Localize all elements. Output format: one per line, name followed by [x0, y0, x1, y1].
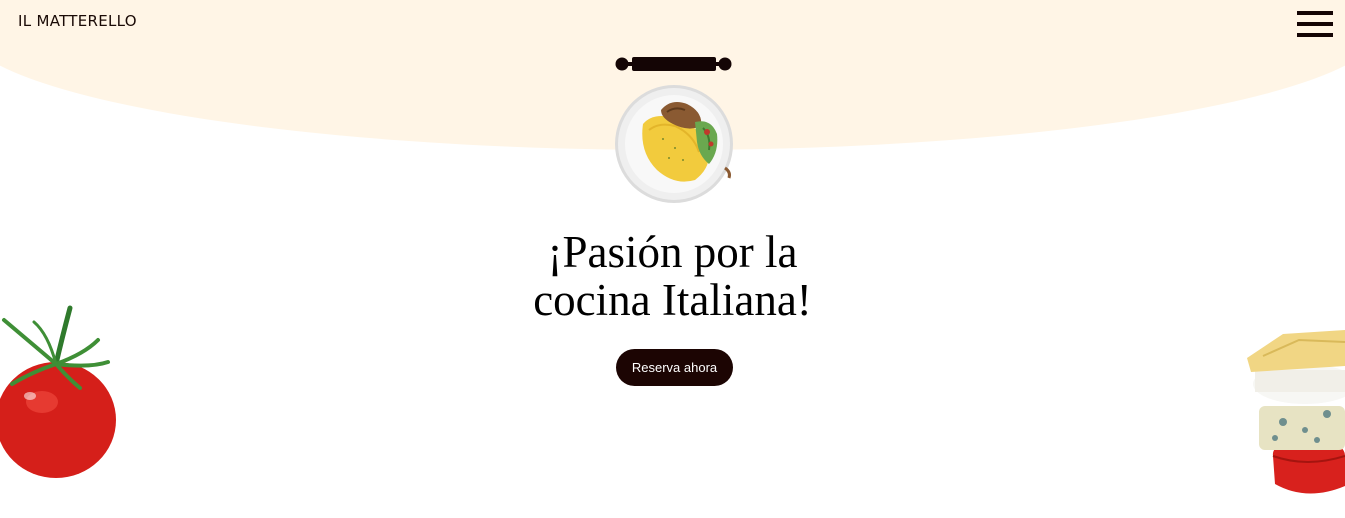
rolling-pin-icon: [615, 57, 732, 71]
hamburger-menu-button[interactable]: [1297, 11, 1333, 37]
brand-logo[interactable]: IL MATTERELLO: [18, 12, 137, 30]
tomato-image: [0, 305, 116, 478]
hero-headline: ¡Pasión por la cocina Italiana!: [430, 228, 915, 324]
reserve-now-button[interactable]: Reserva ahora: [616, 349, 733, 386]
headline-line-1: ¡Pasión por la: [547, 227, 798, 277]
menu-line: [1297, 33, 1333, 37]
landing-page: IL MATTERELLO ¡Pasión por la cocina Itali…: [0, 0, 1345, 518]
headline-line-2: cocina Italiana!: [533, 275, 812, 325]
omelette-dish-image: [615, 85, 733, 203]
menu-line: [1297, 22, 1333, 26]
menu-line: [1297, 11, 1333, 15]
cheese-stack-image: [1247, 330, 1345, 494]
